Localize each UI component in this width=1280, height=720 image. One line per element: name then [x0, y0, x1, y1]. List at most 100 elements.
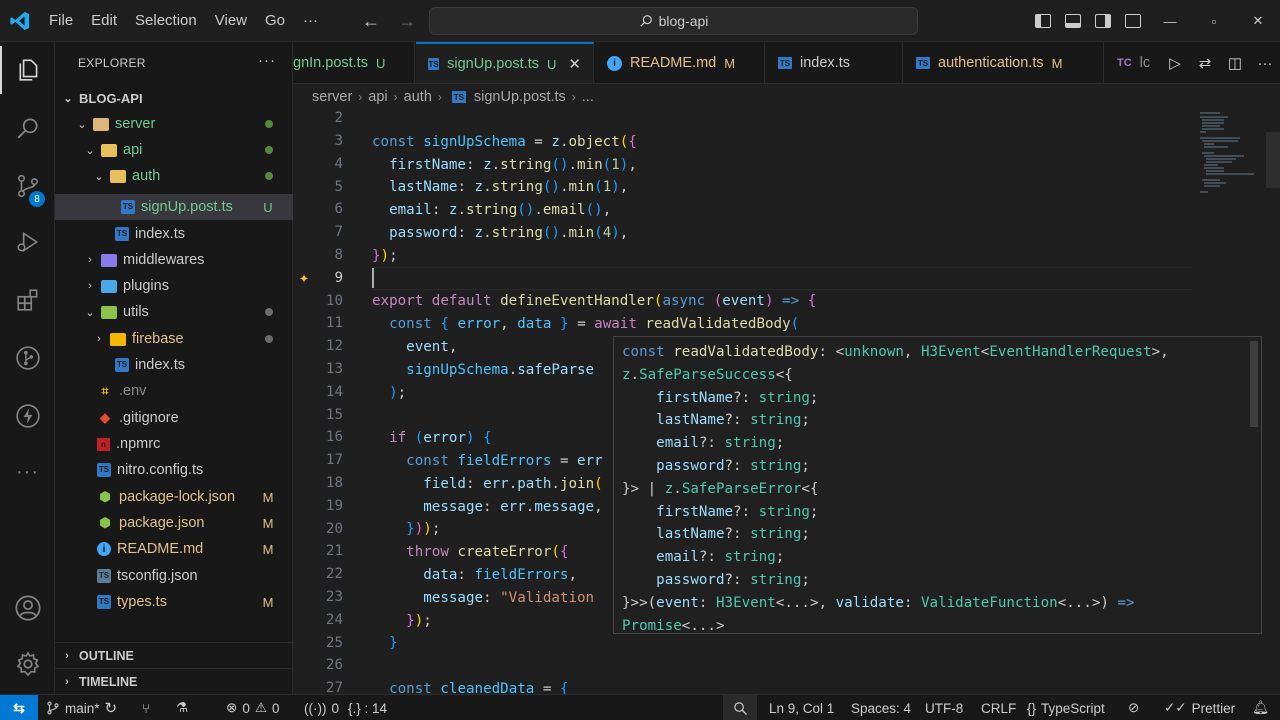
tree-file-readme[interactable]: i README.md M: [55, 536, 293, 562]
tab-signup-post[interactable]: TS signUp.post.ts U ✕: [416, 42, 594, 83]
outline-section[interactable]: › OUTLINE: [55, 642, 293, 668]
minimize-icon[interactable]: —: [1148, 0, 1192, 42]
maximize-icon[interactable]: ▫: [1192, 0, 1236, 42]
tab-readme[interactable]: i README.md M: [595, 42, 765, 83]
toggle-sidebar-icon[interactable]: [1028, 0, 1058, 42]
breadcrumb-file[interactable]: signUp.post.ts: [474, 89, 566, 105]
customize-layout-icon[interactable]: [1118, 0, 1148, 42]
copilot-icon[interactable]: ⊘: [1128, 695, 1139, 720]
indentation[interactable]: Spaces: 4: [851, 695, 911, 720]
title-right-controls: — ▫ ✕: [1028, 0, 1280, 42]
tree-folder-middlewares[interactable]: › middlewares: [55, 247, 293, 273]
thunder-client-icon[interactable]: [0, 392, 55, 440]
scm-badge: 8: [29, 191, 45, 207]
accounts-icon[interactable]: [0, 584, 55, 632]
chevron-right-icon: ›: [88, 254, 92, 266]
json-reference-indicator[interactable]: {.} : 14: [348, 695, 387, 720]
git-graph-status-icon[interactable]: ⑂: [142, 695, 150, 720]
back-arrow-icon[interactable]: ←: [362, 11, 380, 32]
tree-file-api-index[interactable]: TS index.ts: [55, 221, 293, 247]
git-graph-icon[interactable]: [0, 334, 55, 382]
close-window-icon[interactable]: ✕: [1236, 0, 1280, 42]
tree-folder-server[interactable]: ⌄ server: [55, 111, 293, 137]
tree-file-npmrc[interactable]: n .npmrc: [55, 431, 293, 457]
tab-signin-post[interactable]: gnIn.post.ts U: [293, 42, 415, 83]
command-center[interactable]: blog-api: [429, 7, 918, 35]
breadcrumb-server[interactable]: server: [312, 89, 352, 105]
tree-file-package-lock[interactable]: ⬢ package-lock.json M: [55, 484, 293, 510]
split-editor-icon[interactable]: ◫: [1220, 54, 1250, 72]
zoom-icon[interactable]: [723, 695, 757, 720]
run-debug-icon[interactable]: [0, 218, 55, 266]
breadcrumb-auth[interactable]: auth: [404, 89, 432, 105]
cursor-position[interactable]: Ln 9, Col 1: [769, 695, 834, 720]
menu-selection[interactable]: Selection: [126, 12, 206, 29]
branch-indicator[interactable]: main* ↻: [46, 695, 117, 720]
close-tab-icon[interactable]: ✕: [568, 55, 581, 73]
breadcrumb-api[interactable]: api: [368, 89, 387, 105]
tree-file-env[interactable]: ⌗ .env: [55, 378, 293, 404]
forward-arrow-icon[interactable]: →: [398, 11, 416, 32]
tree-folder-plugins[interactable]: › plugins: [55, 273, 293, 299]
remote-indicator-icon[interactable]: ⇆: [0, 695, 38, 720]
more-actions-icon[interactable]: ···: [1250, 55, 1280, 72]
breadcrumb-symbol[interactable]: ...: [582, 89, 594, 105]
menu-view[interactable]: View: [206, 12, 256, 29]
menu-edit[interactable]: Edit: [82, 12, 126, 29]
code-line: lastName: z.string().min(1),: [389, 179, 629, 196]
settings-gear-icon[interactable]: [0, 640, 55, 688]
project-root[interactable]: ⌄ BLOG-API: [55, 85, 293, 111]
tree-folder-utils[interactable]: ⌄ utils: [55, 299, 293, 325]
code-line: email: z.string().email(),: [389, 202, 612, 219]
tooltip-scrollbar[interactable]: [1250, 341, 1258, 427]
explorer-more-button[interactable]: ···: [258, 52, 276, 69]
line-number: 11: [325, 315, 343, 332]
explorer-icon[interactable]: [0, 46, 55, 94]
line-number: 15: [325, 406, 343, 423]
compare-changes-icon[interactable]: ⇄: [1190, 54, 1220, 72]
menu-more[interactable]: ···: [294, 12, 327, 29]
search-icon[interactable]: [0, 104, 55, 152]
tree-file-gitignore[interactable]: ◆ .gitignore: [55, 405, 293, 431]
tree-file-tsconfig[interactable]: TS tsconfig.json: [55, 563, 293, 589]
tree-folder-auth[interactable]: ⌄ auth: [55, 163, 293, 189]
status-bar: ⇆ main* ↻ ⑂ ⚗ ⊗ 0 ⚠ 0 ((·)) 0 {.} : 14 L…: [0, 694, 1280, 720]
toggle-secondary-sidebar-icon[interactable]: [1088, 0, 1118, 42]
language-mode[interactable]: {} TypeScript: [1027, 695, 1105, 720]
modified-dot: [265, 172, 273, 180]
run-file-icon[interactable]: ▷: [1160, 54, 1190, 72]
extensions-icon[interactable]: [0, 276, 55, 324]
editor-actions: ▷ ⇄ ◫ ···: [1160, 42, 1280, 83]
prettier-indicator[interactable]: ✓✓ Prettier: [1164, 695, 1235, 720]
ports-indicator[interactable]: ((·)) 0: [304, 695, 339, 720]
tab-index[interactable]: TS index.ts: [766, 42, 903, 83]
menu-go[interactable]: Go: [256, 12, 294, 29]
live-share-icon[interactable]: ⚗: [176, 695, 188, 720]
tree-folder-api[interactable]: ⌄ api: [55, 137, 293, 163]
timeline-section[interactable]: › TIMELINE: [55, 668, 293, 694]
source-control-icon[interactable]: 8: [0, 162, 55, 210]
tree-file-utils-index[interactable]: TS index.ts: [55, 352, 293, 378]
line-ending[interactable]: CRLF: [981, 695, 1016, 720]
tree-file-package-json[interactable]: ⬢ package.json M: [55, 510, 293, 536]
tree-folder-firebase[interactable]: › firebase: [55, 326, 293, 352]
notifications-bell-icon[interactable]: 🔔︎: [1252, 695, 1269, 720]
lightbulb-sparkle-icon[interactable]: ✦: [293, 267, 315, 289]
toggle-panel-icon[interactable]: [1058, 0, 1088, 42]
problems-indicator[interactable]: ⊗ 0 ⚠ 0: [226, 695, 279, 720]
chevron-right-icon: ›: [571, 90, 576, 104]
modified-dot: [265, 146, 273, 154]
sync-icon[interactable]: ↻: [105, 699, 118, 717]
encoding[interactable]: UTF-8: [925, 695, 963, 720]
menu-file[interactable]: File: [40, 12, 82, 29]
tree-file-nitro-config[interactable]: TS nitro.config.ts: [55, 457, 293, 483]
minimap[interactable]: [1198, 110, 1266, 210]
tab-authentication[interactable]: TS authentication.ts M: [904, 42, 1104, 83]
tree-file-signup-post[interactable]: TS signUp.post.ts U: [55, 194, 293, 220]
code-line: if (error) {: [389, 430, 492, 447]
more-views-icon[interactable]: ···: [0, 448, 55, 496]
hover-tooltip: const readValidatedBody: <unknown, H3Eve…: [613, 336, 1262, 634]
tree-file-types[interactable]: TS types.ts M: [55, 589, 293, 615]
line-number: 2: [334, 110, 343, 127]
editor-scrollbar[interactable]: [1266, 132, 1280, 188]
